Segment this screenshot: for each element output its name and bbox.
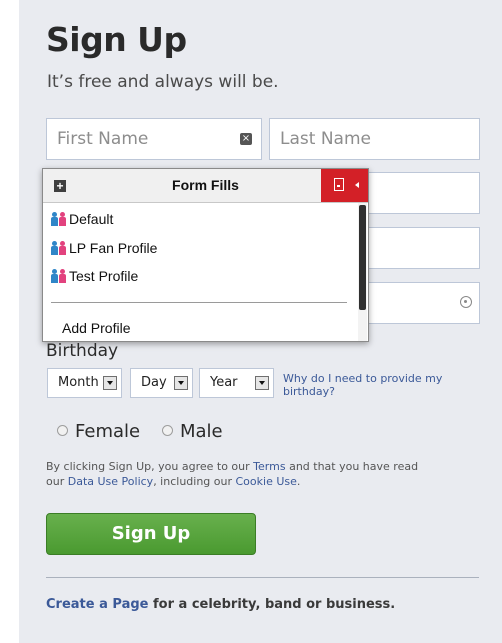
male-radio[interactable] <box>162 425 173 436</box>
people-icon <box>51 212 69 226</box>
chevron-down-icon <box>255 376 269 390</box>
month-select[interactable]: Month <box>47 368 122 398</box>
scrollbar-thumb[interactable] <box>359 205 366 310</box>
first-name-placeholder: First Name <box>57 129 149 149</box>
last-name-placeholder: Last Name <box>280 129 371 149</box>
why-birthday-link[interactable]: Why do I need to provide my birthday? <box>283 372 483 398</box>
list-divider <box>51 302 347 303</box>
form-fills-header: + Form Fills <box>43 169 368 203</box>
day-select[interactable]: Day <box>130 368 193 398</box>
page-subtitle: It’s free and always will be. <box>47 72 279 92</box>
female-radio[interactable] <box>57 425 68 436</box>
profile-item-lp-fan[interactable]: LP Fan Profile <box>51 238 157 258</box>
month-select-value: Month <box>58 375 99 390</box>
terms-text-prefix: By clicking Sign Up, you agree to our <box>46 460 254 473</box>
profile-label: Default <box>69 211 114 227</box>
chevron-down-icon <box>103 376 117 390</box>
section-divider <box>46 577 479 578</box>
people-icon <box>51 241 69 255</box>
profile-label: LP Fan Profile <box>69 240 158 256</box>
terms-link[interactable]: Terms <box>253 460 285 473</box>
profile-item-default[interactable]: Default <box>51 209 113 229</box>
day-select-value: Day <box>141 375 167 390</box>
profile-list: Default LP Fan Profile Test Profile Add … <box>43 203 358 341</box>
lastpass-card-icon <box>334 178 344 191</box>
footer-text-rest: for a celebrity, band or business. <box>148 597 396 612</box>
male-label[interactable]: Male <box>180 421 223 442</box>
terms-text-middle2: , including our <box>153 475 236 488</box>
page-title: Sign Up <box>46 20 187 59</box>
chevron-down-icon <box>174 376 188 390</box>
form-fills-title: Form Fills <box>172 177 239 193</box>
email-confirm-input[interactable] <box>364 227 480 269</box>
first-name-input[interactable]: First Name × <box>46 118 262 160</box>
terms-text: By clicking Sign Up, you agree to our Te… <box>46 459 436 489</box>
clear-field-icon[interactable]: × <box>240 133 252 145</box>
signup-button[interactable]: Sign Up <box>46 513 256 555</box>
female-label[interactable]: Female <box>75 421 140 442</box>
create-page-link[interactable]: Create a Page <box>46 597 148 612</box>
form-fills-popup: + Form Fills Default LP Fan Profile Test… <box>42 168 369 342</box>
profile-label: Test Profile <box>69 268 139 284</box>
password-reveal-icon[interactable] <box>460 296 472 308</box>
cookie-use-link[interactable]: Cookie Use <box>236 475 297 488</box>
data-use-policy-link[interactable]: Data Use Policy <box>68 475 153 488</box>
last-name-input[interactable]: Last Name <box>269 118 480 160</box>
profile-item-test[interactable]: Test Profile <box>51 266 138 286</box>
add-profile-item[interactable]: Add Profile <box>62 320 130 336</box>
lastpass-button[interactable] <box>321 169 368 202</box>
terms-text-suffix: . <box>296 475 301 488</box>
birthday-label: Birthday <box>46 341 119 361</box>
people-icon <box>51 269 69 283</box>
email-input[interactable] <box>364 172 480 214</box>
year-select-value: Year <box>210 375 238 390</box>
year-select[interactable]: Year <box>199 368 274 398</box>
chevron-left-icon <box>355 182 359 188</box>
footer-text: Create a Page for a celebrity, band or b… <box>46 597 395 612</box>
